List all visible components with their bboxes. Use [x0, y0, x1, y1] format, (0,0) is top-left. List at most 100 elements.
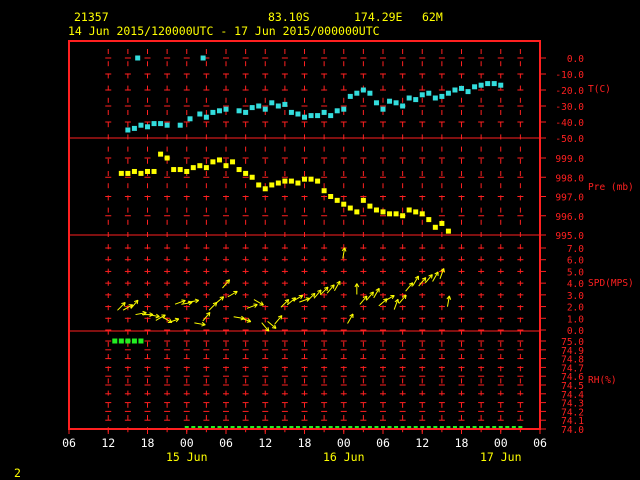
grid — [69, 49, 540, 433]
wind-arrow-head — [174, 317, 179, 320]
pres-point — [243, 170, 249, 176]
pres-point — [282, 178, 288, 184]
rh-point — [131, 338, 137, 344]
pres-point — [249, 174, 255, 180]
x-tick-label: 06 — [376, 436, 390, 450]
y-tick-label: 5.0 — [567, 267, 584, 278]
pres-point — [347, 205, 353, 211]
temp-point — [373, 100, 379, 106]
wind-arrow — [306, 292, 316, 302]
temp-point — [216, 108, 222, 114]
rh-point — [118, 338, 124, 344]
pres-point — [131, 168, 137, 174]
pres-point — [210, 159, 216, 165]
temp-point — [478, 82, 484, 88]
pres-point — [256, 182, 262, 188]
x-tick-label: 00 — [337, 436, 351, 450]
pres-point — [151, 168, 157, 174]
temp-point — [445, 90, 451, 96]
pres-point — [288, 178, 294, 184]
temp-point — [282, 101, 288, 107]
wind-arrow-head — [155, 316, 160, 319]
temp-point — [439, 93, 445, 99]
pres-point — [373, 207, 379, 213]
pres-point — [197, 163, 203, 169]
pres-point — [295, 180, 301, 186]
x-tick-label: 12 — [258, 436, 272, 450]
temp-point — [380, 106, 386, 112]
temp-point — [243, 109, 249, 115]
pres-point — [145, 168, 150, 174]
pres-point — [406, 207, 412, 213]
pres-point — [190, 165, 196, 171]
y-tick-label: 997.0 — [555, 193, 584, 204]
wind-arrow-head — [194, 298, 199, 301]
temp-point — [262, 106, 268, 112]
temp-point — [491, 81, 497, 87]
pres-point — [393, 211, 399, 217]
pres-point — [426, 217, 432, 223]
wind-arrow-head — [246, 321, 251, 323]
temp-point — [131, 125, 137, 131]
y-tick-label: 995.0 — [555, 231, 584, 242]
pres-point — [439, 220, 445, 226]
rh-point — [138, 338, 144, 344]
x-tick-label: 00 — [494, 436, 508, 450]
pres-point — [158, 151, 164, 157]
temp-point — [177, 122, 183, 128]
y-tick-label: 996.0 — [555, 212, 584, 223]
wind-arrow-head — [443, 268, 445, 273]
panel-label-temp: T(C) — [588, 84, 611, 95]
y-tick-label: 2.0 — [567, 303, 584, 314]
temp-point — [334, 108, 340, 114]
pres-point — [380, 209, 386, 215]
temp-point — [315, 113, 321, 119]
temp-point — [269, 100, 275, 106]
x-tick-label: 06 — [219, 436, 233, 450]
pres-point — [223, 163, 229, 169]
panel-label-pres: Pre (mb) — [588, 182, 634, 193]
pres-point — [387, 211, 393, 217]
temp-point — [354, 90, 360, 96]
temp-point — [328, 113, 334, 119]
pres-point — [360, 197, 366, 203]
temp-point — [164, 122, 170, 128]
temp-point — [406, 95, 412, 101]
y-tick-label: -40.0 — [555, 118, 584, 129]
x-tick-label: 12 — [101, 436, 115, 450]
pres-point — [419, 211, 425, 217]
y-tick-label: 4.0 — [567, 279, 584, 290]
pres-point — [413, 209, 419, 215]
pres-point — [432, 224, 438, 230]
panel-label-rh: RH(%) — [588, 375, 617, 386]
temp-point — [288, 109, 294, 115]
temp-point — [498, 82, 504, 88]
temp-point — [210, 109, 216, 115]
meteogram: 21357 83.10S 174.29E 62M 14 Jun 2015/120… — [14, 10, 634, 480]
pres-point — [367, 203, 373, 209]
temp-point — [452, 87, 458, 93]
rh-point — [112, 338, 118, 344]
temp-point — [360, 87, 366, 93]
temp-point — [472, 84, 478, 90]
temp-point — [158, 121, 164, 127]
pres-point — [236, 167, 242, 173]
y-tick-label: -50.0 — [555, 134, 584, 145]
wind-arrow-head — [253, 303, 258, 306]
panel-label-wind: SPD(MPS) — [588, 278, 634, 289]
temp-point — [197, 111, 203, 117]
temp-point — [135, 55, 141, 61]
temp-point — [341, 106, 347, 112]
y-tick-label: 0.0 — [567, 54, 584, 65]
pres-point — [230, 159, 236, 165]
temp-point — [419, 92, 425, 98]
pres-point — [164, 155, 170, 161]
pres-point — [184, 168, 190, 174]
temp-point — [400, 103, 406, 109]
pres-point — [262, 186, 268, 192]
pres-point — [315, 178, 321, 184]
temp-point — [295, 111, 301, 117]
temp-point — [413, 97, 419, 103]
data-layer — [112, 55, 523, 429]
temp-point — [256, 103, 262, 109]
